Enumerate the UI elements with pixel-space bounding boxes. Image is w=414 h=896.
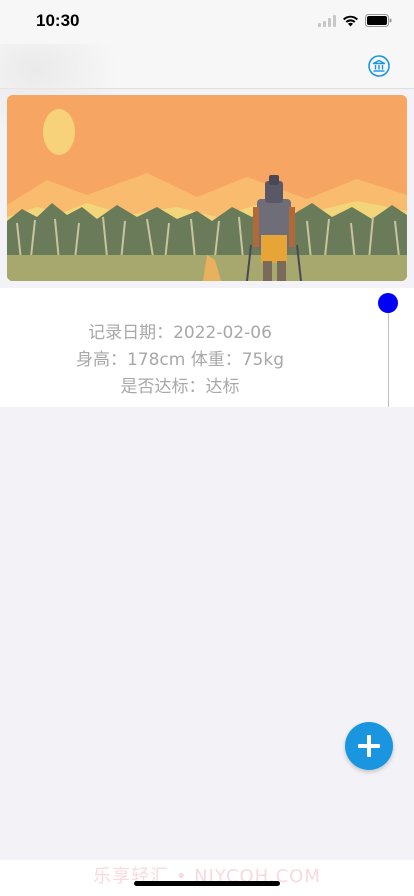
status-time: 10:30: [36, 11, 80, 30]
status-icons: [318, 14, 392, 27]
navigation-bar: [0, 44, 414, 132]
record-date: 记录日期：2022-02-06: [88, 323, 272, 343]
hiker-landscape-illustration: [7, 95, 407, 281]
home-indicator: [134, 881, 280, 886]
timeline-dot: [378, 293, 398, 313]
timeline-line: [388, 303, 389, 407]
banner-image: [7, 95, 407, 281]
record-card[interactable]: 记录日期：2022-02-06 身高：178cm 体重：75kg 是否达标：达标: [0, 288, 414, 407]
record-measurements: 身高：178cm 体重：75kg: [75, 350, 285, 370]
cellular-signal-icon: [318, 14, 336, 27]
record-status: 是否达标：达标: [120, 377, 240, 397]
wifi-icon: [343, 15, 358, 26]
bank-icon[interactable]: [368, 55, 390, 77]
plus-icon: [358, 735, 380, 757]
add-record-button[interactable]: [345, 722, 393, 770]
battery-icon: [365, 14, 392, 27]
status-bar: 10:30: [0, 0, 414, 44]
